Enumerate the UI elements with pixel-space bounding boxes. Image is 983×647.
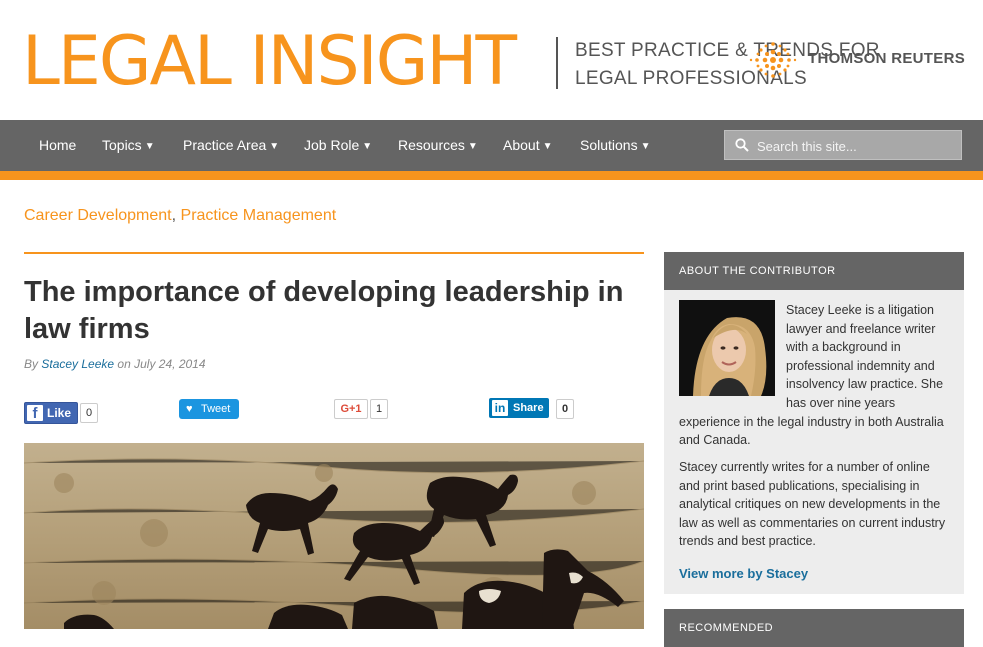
tweet-label: Tweet [201, 403, 231, 415]
title-divider [24, 252, 644, 254]
site-logo[interactable]: LEGAL INSIGHT [22, 22, 517, 102]
nav-item-home[interactable]: Home [39, 120, 76, 171]
chevron-down-icon: ▼ [269, 140, 280, 152]
search-icon[interactable] [735, 138, 749, 152]
linkedin-icon: in [492, 400, 508, 416]
search-input[interactable] [755, 131, 959, 161]
bio-paragraph-2: Stacey currently writes for a number of … [679, 460, 946, 549]
nav-item-resources[interactable]: Resources ▼ [398, 120, 478, 171]
chevron-down-icon: ▼ [640, 140, 651, 152]
nav-item-label: Solutions [580, 137, 638, 153]
category-link-career-development[interactable]: Career Development [24, 207, 172, 224]
nav-item-about[interactable]: About ▼ [503, 120, 553, 171]
view-more-by-author-link[interactable]: View more by Stacey [679, 566, 808, 581]
nav-accent-stripe [0, 171, 983, 180]
category-link-practice-management[interactable]: Practice Management [181, 207, 337, 224]
chevron-down-icon: ▼ [467, 140, 478, 152]
thomson-reuters-dots-icon [749, 42, 797, 78]
search-box [724, 130, 962, 161]
category-separator: , [171, 207, 177, 224]
facebook-like-label: Like [47, 406, 72, 420]
nav-item-label: Practice Area [183, 137, 267, 153]
linkedin-share-button[interactable]: in Share [489, 398, 549, 418]
about-contributor-heading: ABOUT THE CONTRIBUTOR [664, 252, 964, 290]
site-header: LEGAL INSIGHT BEST PRACTICE & TRENDS FOR… [0, 0, 983, 120]
linkedin-share-count: 0 [556, 399, 575, 419]
linkedin-share-label: Share [513, 402, 544, 414]
google-plus-count: 1 [370, 399, 389, 419]
thomson-reuters-logo[interactable]: THOMSON REUTERS [748, 38, 968, 83]
google-plus-button[interactable]: G+1 [334, 399, 368, 419]
contributor-bio: Stacey Leeke is a litigation lawyer and … [679, 301, 951, 450]
nav-item-topics[interactable]: Topics ▼ [102, 120, 155, 171]
chevron-down-icon: ▼ [144, 140, 155, 152]
category-links: Career Development, Practice Management [24, 207, 336, 225]
nav-item-label: About [503, 137, 540, 153]
facebook-icon: f [27, 405, 43, 422]
byline-date-prefix: on [117, 357, 131, 371]
nav-item-label: Resources [398, 137, 465, 153]
author-link[interactable]: Stacey Leeke [41, 357, 114, 371]
nav-item-job-role[interactable]: Job Role ▼ [304, 120, 372, 171]
logo-divider [556, 37, 558, 89]
byline-prefix: By [24, 357, 39, 371]
horses-photo [24, 443, 644, 629]
nav-item-label: Topics [102, 137, 142, 153]
thomson-reuters-wordmark: THOMSON REUTERS [808, 50, 966, 67]
chevron-down-icon: ▼ [362, 140, 373, 152]
main-nav: Home Topics ▼ Practice Area ▼ Job Role ▼ Re… [0, 120, 983, 171]
nav-item-label: Job Role [304, 137, 360, 153]
article-hero-image [24, 443, 644, 629]
tweet-button[interactable]: ♥ Tweet [179, 399, 239, 419]
bio-photo-spacer [679, 301, 786, 397]
nav-item-label: Home [39, 137, 77, 153]
facebook-like-count: 0 [80, 403, 99, 423]
nav-item-practice-area[interactable]: Practice Area ▼ [183, 120, 279, 171]
nav-item-solutions[interactable]: Solutions ▼ [580, 120, 651, 171]
chevron-down-icon: ▼ [542, 140, 553, 152]
article-byline: By Stacey Leeke on July 24, 2014 [24, 357, 206, 371]
twitter-icon: ♥ [186, 403, 193, 415]
recommended-heading: RECOMMENDED [664, 609, 964, 647]
facebook-like-button[interactable]: f Like [24, 402, 78, 424]
publish-date: July 24, 2014 [134, 357, 206, 371]
article-title: The importance of developing leadership … [24, 276, 624, 345]
